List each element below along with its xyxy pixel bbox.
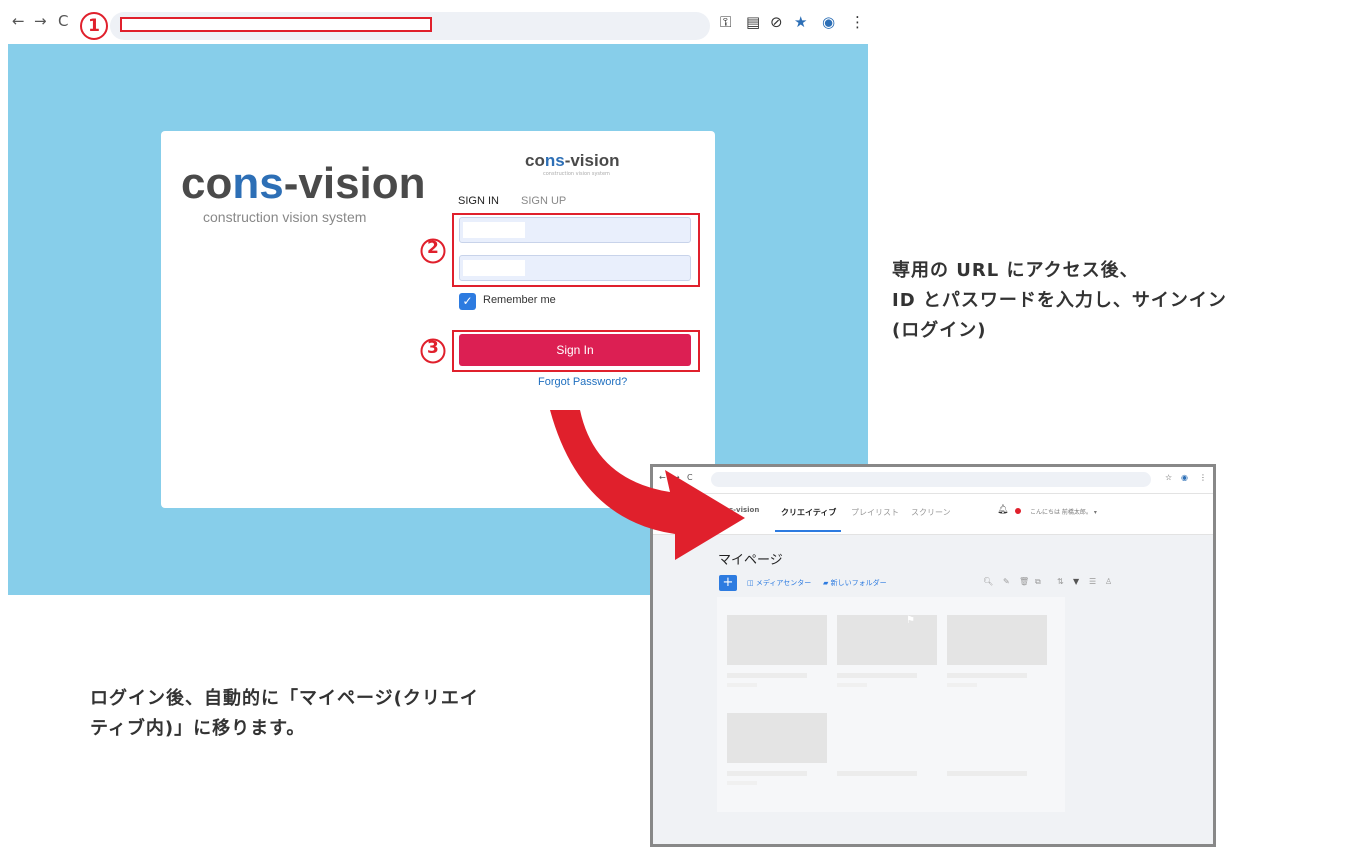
creative-thumbnail[interactable]: [727, 713, 827, 763]
list-view-icon[interactable]: ☰: [1089, 577, 1096, 586]
new-folder-link[interactable]: ▰ 新しいフォルダー: [823, 578, 887, 588]
password-key-icon[interactable]: ⚿: [720, 13, 731, 31]
instruction-note-login: 専用の URL にアクセス後、 ID とパスワードを入力し、サインイン (ログイ…: [892, 260, 1227, 341]
creative-title: [727, 771, 807, 776]
creative-title: [727, 673, 807, 678]
brand-tagline: construction vision system: [203, 209, 367, 225]
back-icon[interactable]: ←: [12, 12, 25, 30]
url-highlight-box: [120, 17, 432, 32]
forward-icon[interactable]: →: [34, 12, 47, 30]
credentials-highlight-box: [452, 213, 700, 287]
instruction-note-mypage: ログイン後、自動的に「マイページ(クリエイ ティブ内)」に移ります。: [90, 688, 479, 739]
tab-playlist[interactable]: プレイリスト: [851, 507, 899, 518]
creative-thumbnail[interactable]: [947, 615, 1047, 665]
creative-title: [837, 673, 917, 678]
brand-logo-large: cons-vision: [181, 159, 426, 208]
tab-creative[interactable]: クリエイティブ: [781, 507, 836, 518]
menu-kebab-icon[interactable]: ⋮: [1199, 473, 1207, 482]
add-button[interactable]: +: [719, 575, 737, 591]
tab-sign-in[interactable]: SIGN IN: [458, 195, 499, 207]
tab-screen[interactable]: スクリーン: [911, 507, 951, 518]
bookmark-star-icon[interactable]: ★: [794, 13, 807, 31]
creative-title: [947, 673, 1027, 678]
eye-off-icon[interactable]: ⊘: [770, 13, 783, 31]
reload-icon[interactable]: C: [58, 12, 68, 30]
creative-meta: [727, 683, 757, 687]
bookmark-star-icon[interactable]: ☆: [1165, 473, 1172, 482]
creative-meta: [837, 683, 867, 687]
transition-arrow-icon: [550, 410, 745, 560]
media-center-link[interactable]: ◫ メディアセンター: [747, 578, 811, 588]
user-greeting-menu[interactable]: こんにちは 前橋太郎。 ▾: [1030, 507, 1097, 516]
copy-icon[interactable]: ⧉: [1035, 577, 1041, 587]
menu-kebab-icon[interactable]: ⋮: [850, 13, 865, 31]
filter-icon[interactable]: ▼: [1073, 577, 1079, 586]
translate-icon[interactable]: ▤: [746, 13, 760, 31]
edit-icon[interactable]: ✎: [1003, 577, 1010, 586]
brand-tagline-small: construction vision system: [543, 171, 610, 177]
status-dot: [1015, 508, 1021, 514]
trash-icon[interactable]: 🗑︎: [1019, 577, 1029, 586]
profile-icon[interactable]: ◉: [822, 13, 835, 31]
creative-title: [947, 771, 1027, 776]
callout-number-3: 3: [420, 338, 446, 368]
creative-thumbnail[interactable]: [837, 615, 937, 665]
tab-sign-up[interactable]: SIGN UP: [521, 195, 566, 207]
address-bar[interactable]: [711, 472, 1151, 487]
bell-icon[interactable]: 🔔︎: [997, 505, 1008, 515]
flag-icon: ⚑: [906, 615, 915, 626]
creative-grid: [717, 597, 1065, 812]
profile-icon[interactable]: ◉: [1181, 473, 1188, 482]
forgot-password-link[interactable]: Forgot Password?: [538, 376, 627, 388]
remember-me-label: Remember me: [483, 294, 556, 306]
remember-me-checkbox[interactable]: ✓: [459, 293, 476, 310]
creative-thumbnail[interactable]: [727, 615, 827, 665]
creative-title: [837, 771, 917, 776]
user-icon[interactable]: ♙: [1105, 577, 1112, 586]
browser-toolbar: ← → C ⚿ ▤ ⊘ ★ ◉ ⋮: [8, 0, 868, 44]
callout-number-1: 1: [80, 12, 108, 40]
sort-icon[interactable]: ⇅: [1057, 577, 1064, 586]
creative-meta: [947, 683, 977, 687]
brand-logo-small: cons-vision: [525, 151, 620, 170]
active-tab-underline: [775, 530, 841, 532]
sign-in-highlight-box: [452, 330, 700, 372]
callout-number-2: 2: [420, 238, 446, 268]
search-icon[interactable]: 🔍︎: [983, 577, 993, 586]
creative-meta: [727, 781, 757, 785]
